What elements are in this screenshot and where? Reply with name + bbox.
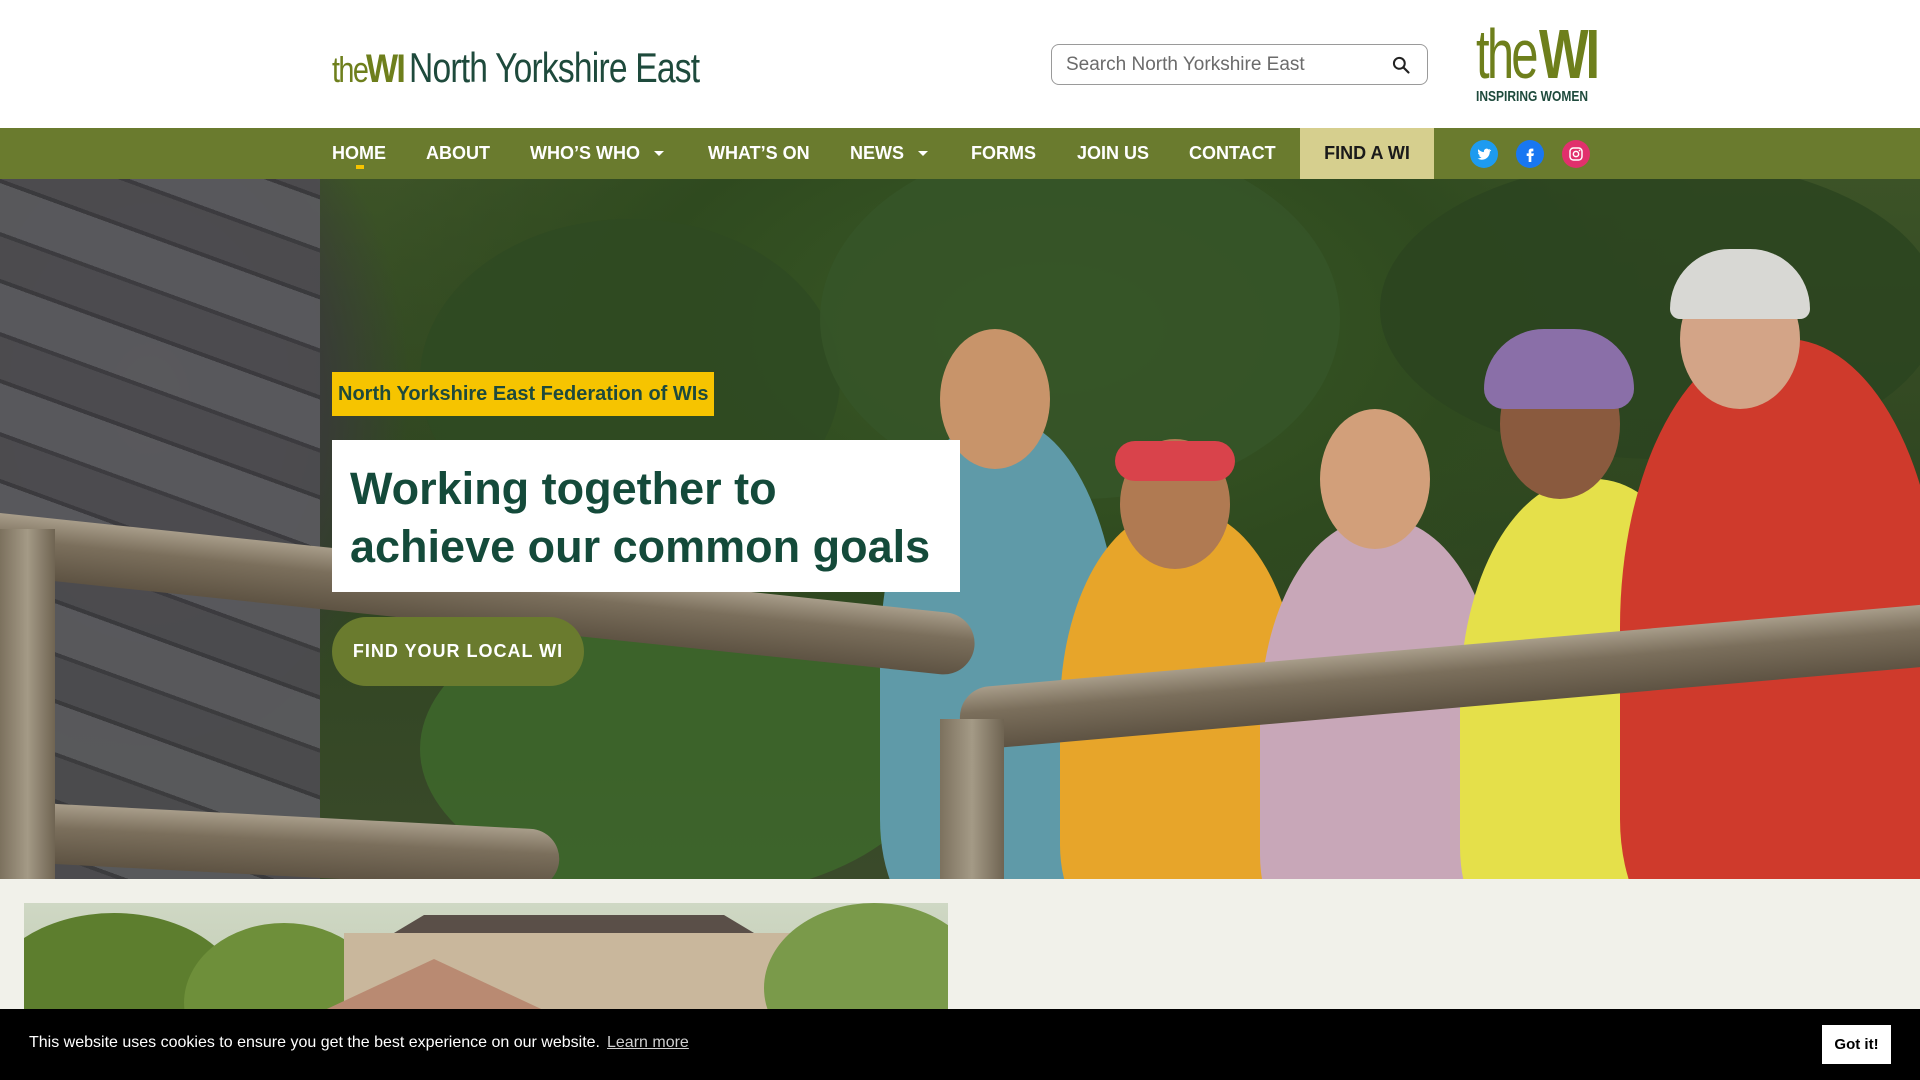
nav-home-label: HOME (332, 143, 386, 163)
hero-banner (0, 179, 1920, 879)
hero-headband (1115, 441, 1235, 481)
find-your-local-wi-button[interactable]: FIND YOUR LOCAL WI (332, 617, 584, 686)
nav-forms-label: FORMS (971, 143, 1036, 163)
hero-federation-tag: North Yorkshire East Federation of WIs (332, 372, 715, 416)
search-icon[interactable] (1391, 55, 1411, 75)
hero-title-line-2: achieve our common goals (350, 521, 931, 572)
brand-the: the (1476, 15, 1539, 93)
hero-fence-post (0, 529, 55, 879)
search-box (1051, 44, 1428, 85)
hero-fence-post (940, 719, 1004, 879)
hero-title: Working together to achieve our common g… (332, 440, 960, 592)
nav-about[interactable]: ABOUT (426, 128, 490, 179)
nav-whats-on-label: WHAT’S ON (708, 143, 810, 163)
hero-title-line-1: Working together to (350, 463, 777, 514)
nav-whos-who[interactable]: WHO’S WHO (530, 128, 664, 179)
find-a-wi-button[interactable]: FIND A WI (1300, 128, 1434, 179)
cookie-banner: This website uses cookies to ensure you … (0, 1009, 1920, 1080)
nav-whos-who-label: WHO’S WHO (530, 143, 640, 163)
search-input[interactable] (1052, 53, 1372, 76)
cookie-message: This website uses cookies to ensure you … (29, 1034, 600, 1051)
brand-wi: WI (1539, 15, 1600, 93)
brand-logo-mark: theWI (1476, 15, 1600, 93)
nav-forms[interactable]: FORMS (971, 128, 1036, 179)
chevron-down-icon (918, 151, 928, 156)
brand-tagline: INSPIRING WOMEN (1476, 88, 1589, 105)
instagram-icon[interactable] (1562, 140, 1590, 168)
site-logo[interactable]: the WI North Yorkshire East (332, 44, 772, 92)
chevron-down-icon (654, 151, 664, 156)
nav-join-us[interactable]: JOIN US (1077, 128, 1149, 179)
main-nav: HOME ABOUT WHO’S WHO WHAT’S ON NEWS FORM… (0, 128, 1920, 179)
photo-tree (764, 903, 948, 1023)
nav-news[interactable]: NEWS (850, 128, 928, 179)
wi-brand-logo[interactable]: theWI INSPIRING WOMEN (1476, 15, 1600, 106)
nav-home[interactable]: HOME (332, 128, 386, 179)
nav-contact[interactable]: CONTACT (1189, 128, 1276, 179)
nav-whats-on[interactable]: WHAT’S ON (708, 128, 810, 179)
nav-contact-label: CONTACT (1189, 143, 1276, 163)
cookie-learn-more-link[interactable]: Learn more (607, 1034, 689, 1052)
logo-wi: WI (366, 47, 406, 91)
cookie-accept-button[interactable]: Got it! (1822, 1025, 1891, 1064)
logo-federation-name: North Yorkshire East (408, 44, 700, 91)
twitter-icon[interactable] (1470, 140, 1498, 168)
nav-join-us-label: JOIN US (1077, 143, 1150, 163)
logo-the: the (332, 49, 369, 90)
nav-news-label: NEWS (850, 143, 904, 163)
facebook-icon[interactable] (1516, 140, 1544, 168)
content-photo (24, 903, 948, 1023)
nav-about-label: ABOUT (426, 143, 490, 163)
hero-person-head (1320, 409, 1430, 549)
site-header: the WI North Yorkshire East theWI INSPIR… (0, 0, 1920, 128)
